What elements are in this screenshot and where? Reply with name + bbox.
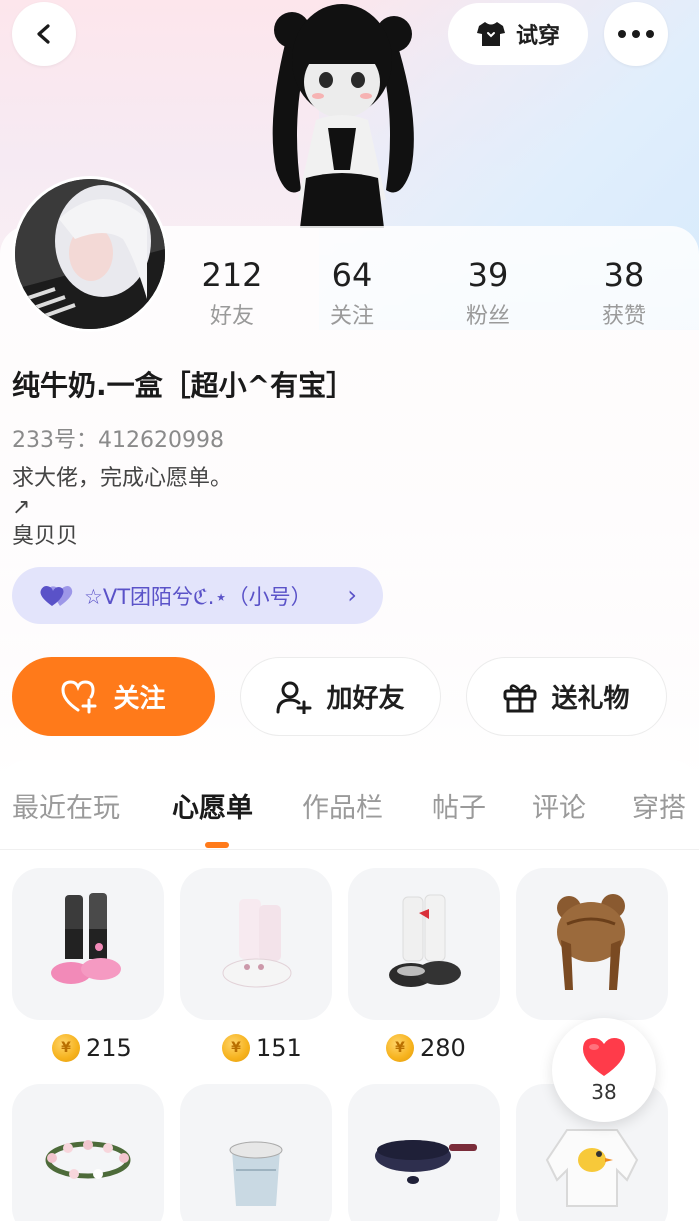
price-value: 215: [86, 1034, 132, 1062]
active-tab-indicator: [205, 842, 229, 848]
stat-value: 38: [603, 256, 645, 294]
tab-posts[interactable]: 帖子: [432, 786, 486, 825]
tshirt-icon: [476, 22, 505, 46]
follow-button[interactable]: 关注: [12, 657, 215, 736]
price-value: 151: [256, 1034, 302, 1062]
more-dots-icon: [618, 30, 654, 38]
wishlist-item[interactable]: [348, 868, 500, 1020]
avatar-3d-figure: [272, 4, 414, 228]
stat-fans[interactable]: 39 粉丝: [433, 256, 543, 330]
stat-value: 64: [331, 256, 373, 294]
gift-label: 送礼物: [551, 684, 630, 714]
bio: 求大佬，完成心愿单。 ↗ 臭贝贝: [12, 466, 233, 549]
nickname: 纯牛奶.一盒［超小^有宝］: [12, 369, 355, 402]
item-price: ¥ 215: [52, 1034, 132, 1062]
stat-value: 212: [201, 256, 263, 294]
tab-works[interactable]: 作品栏: [302, 786, 383, 825]
wishlist-item[interactable]: [12, 1084, 164, 1221]
send-gift-button[interactable]: 送礼物: [466, 657, 667, 736]
heart-icon: [583, 1038, 625, 1076]
stat-value: 39: [467, 256, 509, 294]
stat-friends[interactable]: 212 好友: [177, 256, 287, 330]
double-heart-icon: [40, 585, 73, 606]
bear-hat-item-image: [557, 894, 625, 990]
heart-plus-icon: [61, 679, 97, 713]
follow-label: 关注: [113, 684, 166, 714]
item-price: ¥ 280: [386, 1034, 466, 1062]
wishlist-item[interactable]: [12, 868, 164, 1020]
wishlist-item[interactable]: [180, 1084, 332, 1221]
try-on-label: 试穿: [515, 24, 560, 49]
wishlist-item[interactable]: [180, 868, 332, 1020]
tab-recent[interactable]: 最近在玩: [12, 786, 120, 825]
more-button[interactable]: [604, 2, 668, 66]
tab-comments[interactable]: 评论: [532, 786, 586, 825]
wishlist-item[interactable]: [516, 868, 668, 1020]
group-label: ☆VT团陌兮ℭ.⋆（小号）: [84, 584, 312, 609]
socks-slippers-item-image: [222, 899, 292, 988]
tab-bar: 最近在玩 心愿单 作品栏 帖子 评论 穿搭: [0, 760, 699, 850]
flower-crown-item-image: [45, 1140, 131, 1179]
stat-label: 粉丝: [465, 304, 510, 329]
tab-outfits[interactable]: 穿搭: [632, 786, 686, 825]
coin-icon: ¥: [386, 1034, 414, 1062]
like-button[interactable]: 38: [552, 1018, 656, 1122]
wok-item-image: [375, 1140, 477, 1184]
try-on-button[interactable]: 试穿: [448, 3, 588, 65]
group-badge[interactable]: ☆VT团陌兮ℭ.⋆（小号） ›: [12, 567, 383, 624]
glasses-cone-item-image: [229, 1141, 283, 1206]
coin-icon: ¥: [222, 1034, 250, 1062]
stat-following[interactable]: 64 关注: [297, 256, 407, 330]
coin-icon: ¥: [52, 1034, 80, 1062]
back-button[interactable]: [12, 2, 76, 66]
avatar[interactable]: [12, 176, 168, 332]
stat-label: 获赞: [601, 304, 646, 329]
add-friend-button[interactable]: 加好友: [240, 657, 441, 736]
tab-wishlist[interactable]: 心愿单: [172, 786, 253, 825]
add-friend-label: 加好友: [326, 684, 405, 714]
stat-label: 关注: [329, 304, 374, 329]
item-price: ¥ 151: [222, 1034, 302, 1062]
duck-sweater-item-image: [545, 1129, 639, 1207]
wishlist-item[interactable]: [348, 1084, 500, 1221]
stat-likes[interactable]: 38 获赞: [569, 256, 679, 330]
user-id[interactable]: 233号：412620998: [12, 422, 224, 454]
chevron-left-icon: [37, 24, 50, 44]
boots-item-image: [51, 893, 121, 984]
like-count: 38: [591, 1080, 617, 1104]
add-user-icon: [276, 681, 312, 714]
leg-warmers-shoes-item-image: [389, 894, 461, 987]
avatar-photo: [15, 179, 165, 329]
gift-icon: [503, 683, 537, 712]
chevron-right-icon: ›: [347, 581, 357, 609]
price-value: 280: [420, 1034, 466, 1062]
stat-label: 好友: [209, 304, 254, 329]
